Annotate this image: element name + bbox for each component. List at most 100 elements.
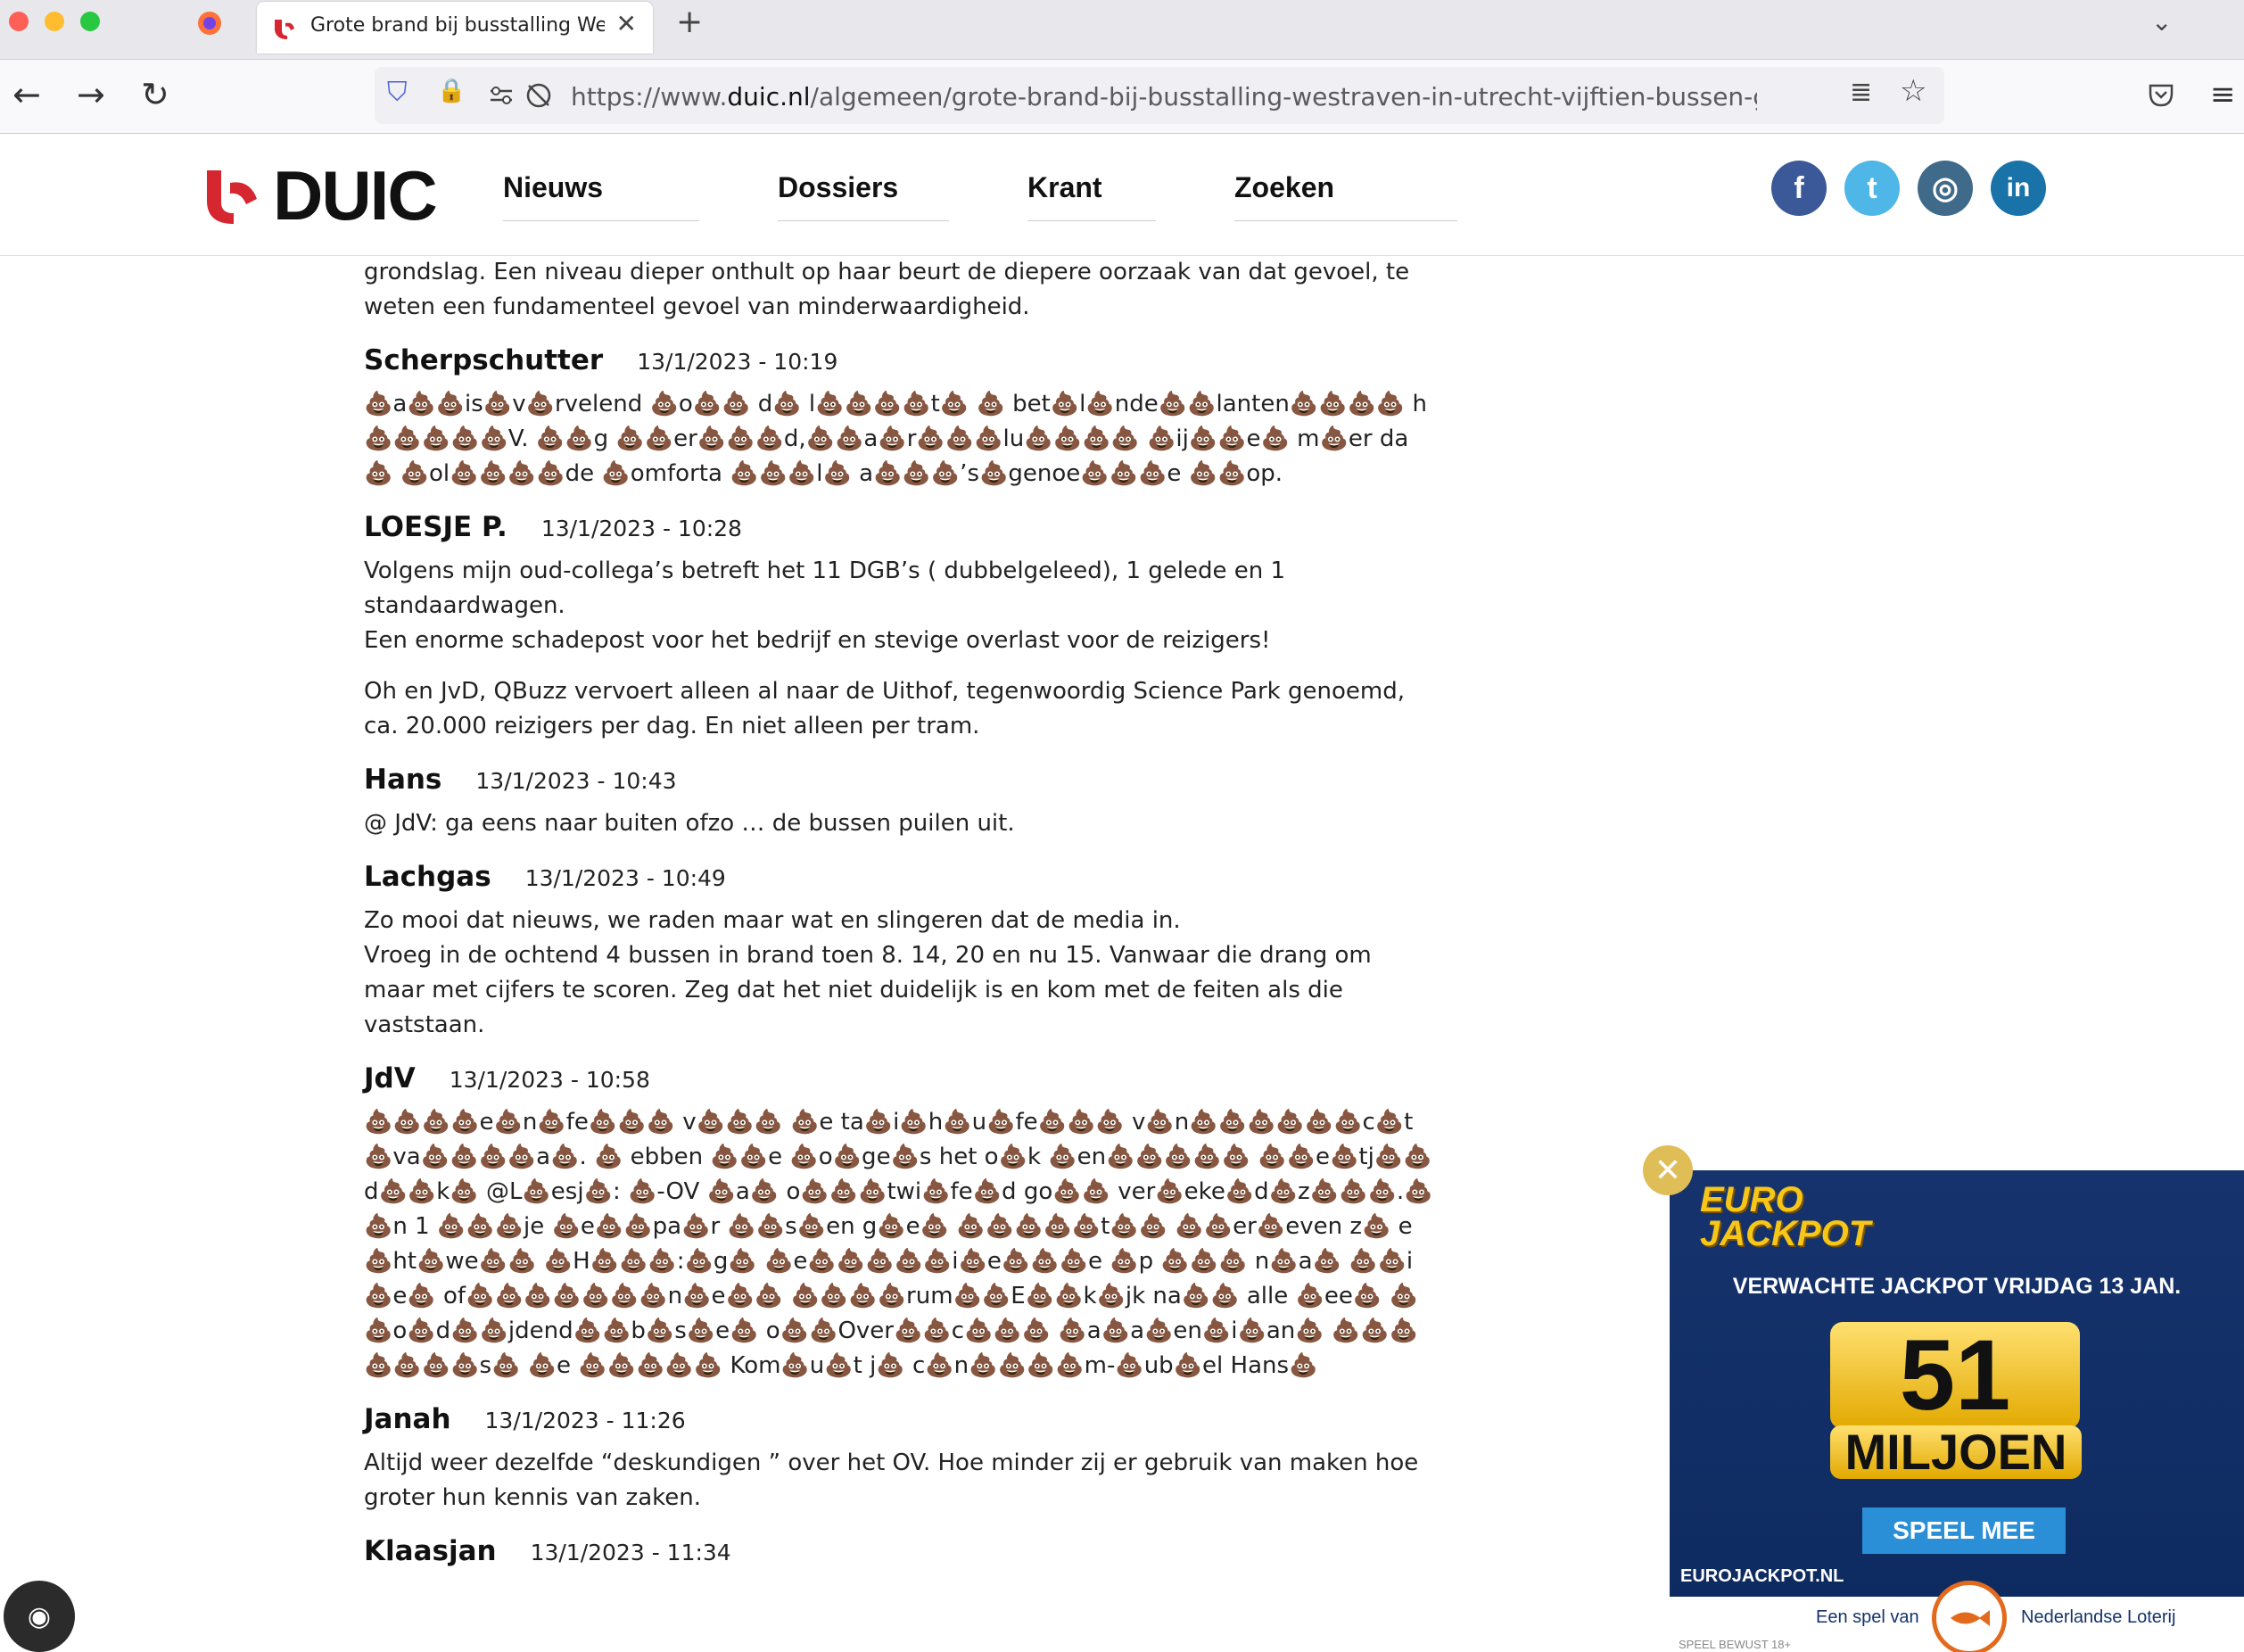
twitter-icon[interactable]: t bbox=[1844, 161, 1900, 216]
comment-header: Scherpschutter 13/1/2023 - 10:19 bbox=[364, 344, 1434, 376]
comment-author: Janah bbox=[364, 1403, 451, 1435]
comment: JdV 13/1/2023 - 10:58 💩💩💩💩e💩n💩fe💩💩💩 v💩💩💩 💩… bbox=[364, 1062, 1434, 1384]
duic-logo-icon bbox=[207, 170, 257, 224]
comment-text: 💩a💩💩is💩v💩rvelend 💩o💩💩 d💩 l💩💩💩💩t💩 💩 bet💩l… bbox=[364, 391, 1428, 487]
comment: Klaasjan 13/1/2023 - 11:34 bbox=[364, 1535, 1434, 1567]
forward-icon[interactable]: → bbox=[77, 78, 105, 112]
autoplay-blocked-icon[interactable] bbox=[524, 81, 553, 110]
ad-cta-button[interactable]: SPEEL MEE bbox=[1862, 1507, 2066, 1554]
reader-view-icon[interactable]: ≣ bbox=[1850, 79, 1872, 106]
comment-text: Altijd weer dezelfde “deskundigen ” over… bbox=[364, 1450, 1419, 1511]
comment-author: Hans bbox=[364, 764, 442, 796]
fingerprint-icon[interactable]: ◉ bbox=[4, 1581, 75, 1652]
site-header: DUIC Nieuws Dossiers Krant Zoeken f t ◎ … bbox=[0, 134, 2244, 256]
ad-jackpot-amount: 51 bbox=[1830, 1322, 2080, 1429]
ad-site-link[interactable]: EUROJACKPOT.NL bbox=[1680, 1566, 1844, 1587]
comment-author: Lachgas bbox=[364, 861, 491, 893]
comment-header: Janah 13/1/2023 - 11:26 bbox=[364, 1403, 1434, 1435]
firefox-icon bbox=[198, 12, 221, 35]
menu-item-krant[interactable]: Krant bbox=[1027, 171, 1156, 221]
url-bar[interactable]: ⛉ 🔒 https://www.duic.nl/algemeen/grote-b… bbox=[375, 67, 1944, 124]
url-prefix: https://www. bbox=[571, 82, 728, 112]
comment-text: 💩💩💩💩e💩n💩fe💩💩💩 v💩💩💩 💩e ta💩i💩h💩u💩fe💩💩💩 v💩n… bbox=[364, 1109, 1433, 1379]
comment-body: Volgens mijn oud-collega’s betreft het 1… bbox=[364, 554, 1434, 744]
ad-footer-right: Nederlandse Loterij bbox=[2021, 1607, 2176, 1627]
comment-author: Scherpschutter bbox=[364, 344, 604, 376]
new-tab-button[interactable]: + bbox=[676, 4, 703, 40]
pocket-icon[interactable] bbox=[2148, 81, 2174, 108]
firefox-tab[interactable] bbox=[187, 5, 232, 41]
comment-body: Altijd weer dezelfde “deskundigen ” over… bbox=[364, 1446, 1434, 1516]
comment-date: 13/1/2023 - 10:49 bbox=[524, 865, 726, 891]
instagram-icon[interactable]: ◎ bbox=[1918, 161, 1973, 216]
ad-logo: EURO JACKPOT bbox=[1700, 1180, 1871, 1253]
reload-icon[interactable]: ↻ bbox=[141, 78, 169, 112]
comment-date: 13/1/2023 - 10:28 bbox=[540, 516, 742, 541]
back-icon[interactable]: ← bbox=[12, 78, 41, 112]
comment-header: Hans 13/1/2023 - 10:43 bbox=[364, 764, 1434, 796]
url-text[interactable]: https://www.duic.nl/algemeen/grote-brand… bbox=[571, 82, 1757, 112]
ad-footer: Een spel van Nederlandse Loterij SPEEL B… bbox=[1670, 1581, 2244, 1652]
comment: Hans 13/1/2023 - 10:43 @ JdV: ga eens naar… bbox=[364, 764, 1434, 841]
ad-footer-small: SPEEL BEWUST 18+ bbox=[1679, 1638, 1792, 1651]
ad-logo-line2: JACKPOT bbox=[1700, 1214, 1871, 1253]
lock-icon[interactable]: 🔒 bbox=[437, 79, 466, 103]
comment-date: 13/1/2023 - 11:26 bbox=[484, 1408, 686, 1433]
comment-text: Volgens mijn oud-collega’s betreft het 1… bbox=[364, 558, 1286, 654]
bookmark-star-icon[interactable]: ☆ bbox=[1900, 76, 1926, 106]
ad-jackpot-unit: MILJOEN bbox=[1830, 1425, 2082, 1479]
previous-comment-tail: grondslag. Een niveau dieper onthult op … bbox=[364, 259, 1410, 320]
comment-author: Klaasjan bbox=[364, 1535, 497, 1567]
comment: Scherpschutter 13/1/2023 - 10:19 💩a💩💩is💩v💩… bbox=[364, 344, 1434, 491]
tab-list-icon[interactable]: ⌄ bbox=[2151, 7, 2172, 37]
comments-section: grondslag. Een niveau dieper onthult op … bbox=[364, 255, 1434, 1567]
comment-body: 💩💩💩💩e💩n💩fe💩💩💩 v💩💩💩 💩e ta💩i💩h💩u💩fe💩💩💩 v💩n… bbox=[364, 1105, 1434, 1384]
window-close-button[interactable] bbox=[9, 12, 29, 31]
comment-text: Oh en JvD, QBuzz vervoert alleen al naar… bbox=[364, 678, 1405, 739]
comment-body: 💩a💩💩is💩v💩rvelend 💩o💩💩 d💩 l💩💩💩💩t💩 💩 bet💩l… bbox=[364, 387, 1434, 491]
menu-item-zoeken[interactable]: Zoeken bbox=[1234, 171, 1457, 221]
fish-icon bbox=[1951, 1610, 1990, 1626]
comment-body: @ JdV: ga eens naar buiten ofzo … de bus… bbox=[364, 806, 1434, 841]
comment-author: LOESJE P. bbox=[364, 511, 507, 543]
tracking-shield-icon[interactable]: ⛉ bbox=[387, 79, 408, 106]
url-path: /algemeen/grote-brand-bij-busstalling-we… bbox=[810, 82, 1757, 112]
comment-body: Zo mooi dat nieuws, we raden maar wat en… bbox=[364, 904, 1434, 1043]
comment-list: Scherpschutter 13/1/2023 - 10:19 💩a💩💩is💩v💩… bbox=[364, 344, 1434, 1567]
comment-date: 13/1/2023 - 10:58 bbox=[449, 1067, 650, 1093]
comment-date: 13/1/2023 - 10:43 bbox=[475, 768, 677, 794]
comment-header: Klaasjan 13/1/2023 - 11:34 bbox=[364, 1535, 1434, 1567]
comment-author: JdV bbox=[364, 1062, 416, 1094]
url-domain: duic.nl bbox=[727, 82, 811, 112]
browser-tab-bar: Grote brand bij busstalling West ✕ + ⌄ bbox=[0, 0, 2244, 60]
comment-date: 13/1/2023 - 11:34 bbox=[530, 1540, 731, 1565]
facebook-icon[interactable]: f bbox=[1771, 161, 1827, 216]
active-tab[interactable]: Grote brand bij busstalling West ✕ bbox=[257, 2, 653, 54]
tab-title: Grote brand bij busstalling West bbox=[310, 14, 605, 37]
nederlandse-loterij-logo-icon bbox=[1932, 1581, 2007, 1652]
comment-header: JdV 13/1/2023 - 10:58 bbox=[364, 1062, 1434, 1094]
comment: Lachgas 13/1/2023 - 10:49 Zo mooi dat nieu… bbox=[364, 861, 1434, 1043]
comment-date: 13/1/2023 - 10:19 bbox=[637, 349, 838, 375]
comment: LOESJE P. 13/1/2023 - 10:28 Volgens mijn o… bbox=[364, 511, 1434, 744]
browser-toolbar: ← → ↻ ⛉ 🔒 https://www.duic.nl/algemeen/g… bbox=[0, 60, 2244, 134]
window-minimize-button[interactable] bbox=[45, 12, 64, 31]
tab-close-icon[interactable]: ✕ bbox=[616, 9, 637, 38]
ad-logo-line1: EURO bbox=[1700, 1180, 1803, 1219]
eurojackpot-ad[interactable]: EURO JACKPOT VERWACHTE JACKPOT VRIJDAG 1… bbox=[1670, 1170, 2244, 1652]
menu-item-dossiers[interactable]: Dossiers bbox=[778, 171, 949, 221]
window-maximize-button[interactable] bbox=[80, 12, 100, 31]
comment-header: LOESJE P. 13/1/2023 - 10:28 bbox=[364, 511, 1434, 543]
duic-favicon-icon bbox=[275, 20, 294, 39]
ad-headline: VERWACHTE JACKPOT VRIJDAG 13 JAN. bbox=[1732, 1274, 2182, 1299]
linkedin-icon[interactable]: in bbox=[1991, 161, 2046, 216]
comment: Janah 13/1/2023 - 11:26 Altijd weer dezelf… bbox=[364, 1403, 1434, 1516]
site-logo[interactable]: DUIC bbox=[203, 155, 438, 235]
menu-item-nieuws[interactable]: Nieuws bbox=[503, 171, 699, 221]
comment-header: Lachgas 13/1/2023 - 10:49 bbox=[364, 861, 1434, 893]
app-menu-icon[interactable]: ≡ bbox=[2210, 79, 2236, 110]
permissions-icon[interactable] bbox=[489, 85, 514, 106]
logo-text: DUIC bbox=[273, 155, 438, 235]
comment-text: @ JdV: ga eens naar buiten ofzo … de bus… bbox=[364, 810, 1015, 837]
ad-close-button[interactable]: ✕ bbox=[1643, 1145, 1693, 1195]
